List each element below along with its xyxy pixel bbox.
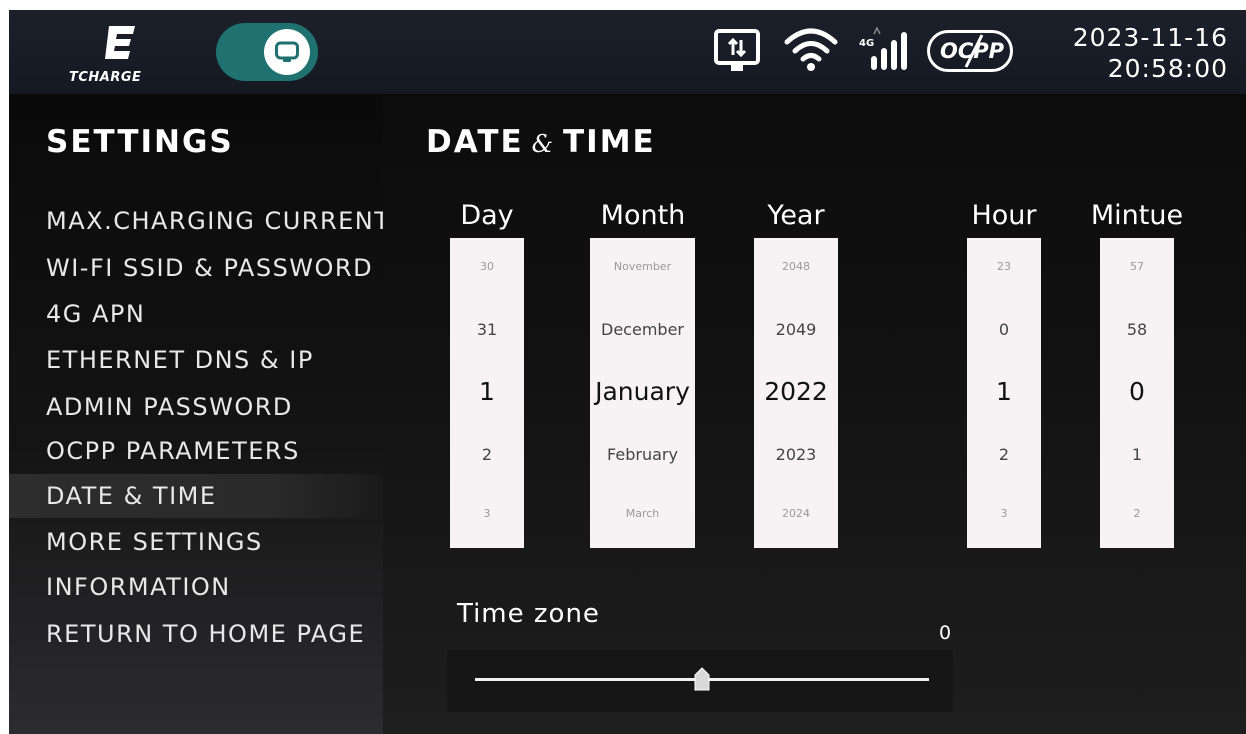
ethernet-icon (714, 29, 760, 71)
picker-value: 31 (476, 320, 498, 339)
day-label: Day (460, 200, 514, 231)
menu-item-ocpp-parameters[interactable]: OCPP PARAMETERS (9, 429, 383, 473)
menu-item-label: ADMIN PASSWORD (46, 393, 293, 421)
wifi-icon (784, 28, 838, 71)
menu-item-label: RETURN TO HOME PAGE (46, 620, 366, 648)
picker-selected-value: January (595, 377, 690, 406)
picker-value: November (613, 260, 672, 273)
menu-item-wifi[interactable]: WI-FI SSID & PASSWORD (9, 246, 383, 290)
menu-item-max-charging-current[interactable]: MAX.CHARGING CURRENT (9, 199, 389, 243)
minute-label: Mintue (1090, 200, 1184, 231)
picker-value: 2024 (782, 507, 810, 520)
current-date: 2023-11-16 (1072, 23, 1228, 52)
menu-item-label: DATE & TIME (46, 482, 217, 510)
timezone-value: 0 (939, 622, 952, 644)
picker-value: 23 (997, 260, 1011, 273)
timezone-slider[interactable] (447, 650, 953, 712)
page-title-left: DATE (426, 124, 524, 160)
picker-value: 2023 (775, 445, 817, 464)
menu-item-admin-password[interactable]: ADMIN PASSWORD (9, 385, 383, 429)
signal-4g-icon: 4G (857, 24, 913, 74)
picker-selected-value: 0 (1129, 377, 1145, 406)
monitor-icon (275, 41, 299, 62)
month-picker[interactable]: November December January February March (590, 238, 695, 548)
toggle-knob[interactable] (264, 29, 310, 75)
top-status-bar: TCHARGE 4G OCPP 2023-11-16 20:58:00 (9, 10, 1246, 94)
picker-value: 2 (481, 445, 493, 464)
sidebar-title: SETTINGS (46, 124, 234, 160)
menu-item-ethernet[interactable]: ETHERNET DNS & IP (9, 338, 383, 382)
menu-item-label: MORE SETTINGS (46, 528, 263, 556)
menu-item-return-home[interactable]: RETURN TO HOME PAGE (9, 612, 383, 656)
menu-item-more-settings[interactable]: MORE SETTINGS (9, 520, 383, 564)
date-time-panel: DATE & TIME Day 30 31 1 2 3 Month November… (383, 94, 1246, 734)
picker-value: 2048 (782, 260, 810, 273)
page-title-right: TIME (563, 124, 656, 160)
picker-value: 3 (483, 507, 491, 520)
picker-selected-value: 1 (996, 377, 1012, 406)
picker-selected-value: 1 (479, 377, 495, 406)
picker-value: 2 (998, 445, 1010, 464)
year-picker[interactable]: 2048 2049 2022 2023 2024 (754, 238, 838, 548)
page-title: DATE & TIME (426, 124, 656, 160)
timezone-label: Time zone (457, 599, 600, 629)
hour-label: Hour (971, 200, 1037, 231)
month-label: Month (600, 200, 686, 231)
year-label: Year (767, 200, 825, 231)
menu-item-information[interactable]: INFORMATION (9, 565, 383, 609)
menu-item-date-time[interactable]: DATE & TIME (9, 474, 383, 518)
menu-item-label: OCPP PARAMETERS (46, 437, 300, 465)
menu-item-label: INFORMATION (46, 573, 231, 601)
picker-value: 1 (1131, 445, 1143, 464)
picker-value: 58 (1126, 320, 1148, 339)
menu-item-label: WI-FI SSID & PASSWORD (46, 254, 374, 282)
brand-name: TCHARGE (69, 70, 142, 85)
menu-item-4g-apn[interactable]: 4G APN (9, 292, 383, 336)
picker-value: February (607, 445, 678, 464)
settings-sidebar: SETTINGS MAX.CHARGING CURRENT WI-FI SSID… (9, 94, 389, 734)
picker-value: March (625, 507, 660, 520)
day-picker[interactable]: 30 31 1 2 3 (450, 238, 524, 548)
picker-value: 2049 (775, 320, 817, 339)
minute-picker[interactable]: 57 58 0 1 2 (1100, 238, 1174, 548)
menu-item-label: 4G APN (46, 300, 146, 328)
picker-value: 0 (998, 320, 1010, 339)
picker-value: 30 (480, 260, 494, 273)
current-time: 20:58:00 (1107, 54, 1228, 83)
clock: 2023-11-16 20:58:00 (1073, 22, 1228, 84)
picker-value: 3 (1000, 507, 1008, 520)
brand-logo: TCHARGE (65, 24, 175, 85)
display-mode-toggle[interactable] (216, 23, 318, 81)
hour-picker[interactable]: 23 0 1 2 3 (967, 238, 1041, 548)
slider-thumb[interactable] (694, 667, 710, 691)
tcharge-logo-icon (105, 26, 135, 59)
menu-item-label: MAX.CHARGING CURRENT (46, 207, 391, 235)
device-screen: TCHARGE 4G OCPP 2023-11-16 20:58:00 SETT… (9, 10, 1246, 734)
picker-value: 2 (1133, 507, 1141, 520)
picker-selected-value: 2022 (764, 377, 828, 406)
menu-item-label: ETHERNET DNS & IP (46, 346, 314, 374)
ocpp-icon: OCPP (927, 30, 1013, 72)
picker-value: December (601, 320, 684, 339)
page-title-amp: & (531, 130, 556, 158)
picker-value: 57 (1130, 260, 1144, 273)
